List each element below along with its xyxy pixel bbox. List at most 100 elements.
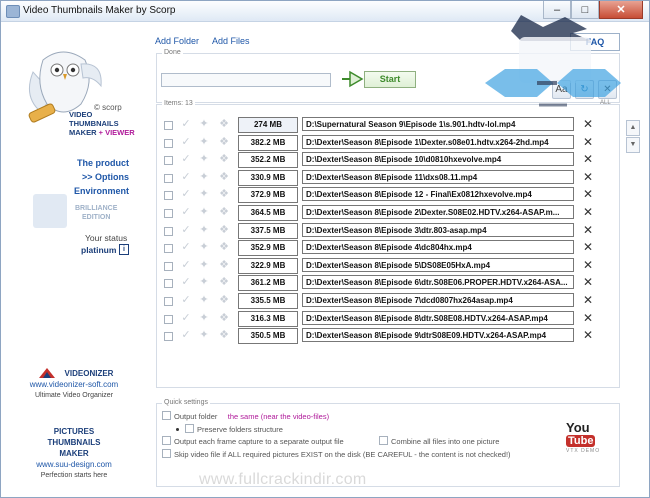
check-icon[interactable]: ✓ <box>180 241 192 253</box>
film-icon[interactable]: ✦ <box>198 118 210 130</box>
film-icon[interactable]: ✦ <box>198 312 210 324</box>
table-row[interactable]: ✓ ✦ ❖ 352.2 MB D:\Dexter\Season 8\Episode 10… <box>162 152 594 169</box>
output-folder-option[interactable]: Output folder the same (near the video-f… <box>162 411 329 421</box>
picture-icon[interactable]: ❖ <box>218 118 230 130</box>
picture-icon[interactable]: ❖ <box>218 153 230 165</box>
table-row[interactable]: ✓ ✦ ❖ 350.5 MB D:\Dexter\Season 8\Episode 9\… <box>162 328 594 345</box>
check-icon[interactable]: ✓ <box>180 329 192 341</box>
row-checkbox[interactable] <box>164 191 173 201</box>
row-checkbox[interactable] <box>164 209 173 218</box>
remove-icon[interactable]: ✕ <box>582 153 594 165</box>
row-checkbox[interactable] <box>164 297 173 306</box>
table-row[interactable]: ✓ ✦ ❖ 322.9 MB D:\Dexter\Season 8\Episode 5\… <box>162 257 594 274</box>
table-row[interactable]: ✓ ✦ ❖ 352.9 MB D:\Dexter\Season 8\Episode 4\… <box>162 240 594 257</box>
videonizer-promo[interactable]: VIDEONIZER www.videonizer-soft.com Ultim… <box>1 368 147 401</box>
status-info-icon[interactable]: i <box>119 244 129 255</box>
film-icon[interactable]: ✦ <box>198 241 210 253</box>
each-frame-checkbox[interactable] <box>162 436 171 445</box>
picture-icon[interactable]: ❖ <box>218 259 230 271</box>
remove-icon[interactable]: ✕ <box>582 312 594 324</box>
film-icon[interactable]: ✦ <box>198 276 210 288</box>
check-icon[interactable]: ✓ <box>180 118 192 130</box>
check-icon[interactable]: ✓ <box>180 259 192 271</box>
skip-option[interactable]: Skip video file if ALL required pictures… <box>162 449 511 459</box>
sidebar-item-options[interactable]: >> Options <box>82 172 129 182</box>
film-icon[interactable]: ✦ <box>198 171 210 183</box>
remove-icon[interactable]: ✕ <box>582 241 594 253</box>
table-row[interactable]: ✓ ✦ ❖ 335.5 MB D:\Dexter\Season 8\Episode 7\… <box>162 293 594 309</box>
film-icon[interactable]: ✦ <box>198 153 210 165</box>
remove-icon[interactable]: ✕ <box>582 294 594 306</box>
row-checkbox[interactable] <box>164 138 173 148</box>
row-checkbox[interactable] <box>164 121 173 130</box>
picture-icon[interactable]: ❖ <box>218 188 230 200</box>
table-row[interactable]: ✓ ✦ ❖ 330.9 MB D:\Dexter\Season 8\Episode 11… <box>162 169 594 186</box>
table-row[interactable]: ✓ ✦ ❖ 316.3 MB D:\Dexter\Season 8\Episode 8\… <box>162 310 594 327</box>
check-icon[interactable]: ✓ <box>180 136 192 148</box>
table-row[interactable]: ✓ ✦ ❖ 364.5 MB D:\Dexter\Season 8\Episode 2\… <box>162 205 594 221</box>
check-icon[interactable]: ✓ <box>180 188 192 200</box>
preserve-checkbox[interactable] <box>185 424 194 433</box>
pictures-url[interactable]: www.suu-design.com <box>1 459 147 470</box>
check-icon[interactable]: ✓ <box>180 294 192 306</box>
picture-icon[interactable]: ❖ <box>218 276 230 288</box>
output-folder-value[interactable]: the same (near the video-files) <box>228 412 329 421</box>
check-icon[interactable]: ✓ <box>180 276 192 288</box>
film-icon[interactable]: ✦ <box>198 259 210 271</box>
remove-icon[interactable]: ✕ <box>582 276 594 288</box>
remove-icon[interactable]: ✕ <box>582 259 594 271</box>
film-icon[interactable]: ✦ <box>198 294 210 306</box>
scroll-down-button[interactable]: ▼ <box>626 137 640 153</box>
table-row[interactable]: ✓ ✦ ❖ 337.5 MB D:\Dexter\Season 8\Episode 3\… <box>162 222 594 239</box>
row-checkbox[interactable] <box>164 156 173 166</box>
row-checkbox[interactable] <box>164 279 173 289</box>
remove-icon[interactable]: ✕ <box>582 188 594 200</box>
combine-option[interactable]: Combine all files into one picture <box>379 436 499 446</box>
preserve-option[interactable]: Preserve folders structure <box>176 424 283 434</box>
row-checkbox[interactable] <box>164 261 173 271</box>
remove-icon[interactable]: ✕ <box>582 224 594 236</box>
table-row[interactable]: ✓ ✦ ❖ 361.2 MB D:\Dexter\Season 8\Episode 6\… <box>162 275 594 292</box>
remove-icon[interactable]: ✕ <box>582 206 594 218</box>
videonizer-url[interactable]: www.videonizer-soft.com <box>1 379 147 390</box>
picture-icon[interactable]: ❖ <box>218 206 230 218</box>
film-icon[interactable]: ✦ <box>198 206 210 218</box>
output-folder-checkbox[interactable] <box>162 411 171 420</box>
picture-icon[interactable]: ❖ <box>218 294 230 306</box>
remove-icon[interactable]: ✕ <box>582 136 594 148</box>
skip-checkbox[interactable] <box>162 449 171 458</box>
row-checkbox[interactable] <box>164 332 173 342</box>
check-icon[interactable]: ✓ <box>180 171 192 183</box>
add-files-link[interactable]: Add Files <box>212 36 250 46</box>
film-icon[interactable]: ✦ <box>198 329 210 341</box>
row-checkbox[interactable] <box>164 173 173 183</box>
picture-icon[interactable]: ❖ <box>218 329 230 341</box>
picture-icon[interactable]: ❖ <box>218 241 230 253</box>
remove-icon[interactable]: ✕ <box>582 171 594 183</box>
row-checkbox[interactable] <box>164 314 173 324</box>
add-folder-link[interactable]: Add Folder <box>155 36 199 46</box>
play-icon[interactable] <box>342 70 364 88</box>
youtube-logo[interactable]: YouTube VTX DEMO <box>566 420 616 454</box>
check-icon[interactable]: ✓ <box>180 224 192 236</box>
check-icon[interactable]: ✓ <box>180 312 192 324</box>
picture-icon[interactable]: ❖ <box>218 312 230 324</box>
row-checkbox[interactable] <box>164 226 173 236</box>
film-icon[interactable]: ✦ <box>198 136 210 148</box>
each-frame-option[interactable]: Output each frame capture to a separate … <box>162 436 344 446</box>
scroll-up-button[interactable]: ▲ <box>626 120 640 136</box>
picture-icon[interactable]: ❖ <box>218 171 230 183</box>
film-icon[interactable]: ✦ <box>198 188 210 200</box>
check-icon[interactable]: ✓ <box>180 206 192 218</box>
pictures-promo[interactable]: PICTURES THUMBNAILS MAKER www.suu-design… <box>1 426 147 481</box>
combine-checkbox[interactable] <box>379 436 388 445</box>
table-row[interactable]: ✓ ✦ ❖ 372.9 MB D:\Dexter\Season 8\Episode 12… <box>162 187 594 204</box>
remove-icon[interactable]: ✕ <box>582 329 594 341</box>
sidebar-item-product[interactable]: The product <box>77 158 129 168</box>
row-checkbox[interactable] <box>164 244 173 254</box>
start-button[interactable]: Start <box>364 71 416 88</box>
picture-icon[interactable]: ❖ <box>218 136 230 148</box>
check-icon[interactable]: ✓ <box>180 153 192 165</box>
film-icon[interactable]: ✦ <box>198 224 210 236</box>
picture-icon[interactable]: ❖ <box>218 224 230 236</box>
